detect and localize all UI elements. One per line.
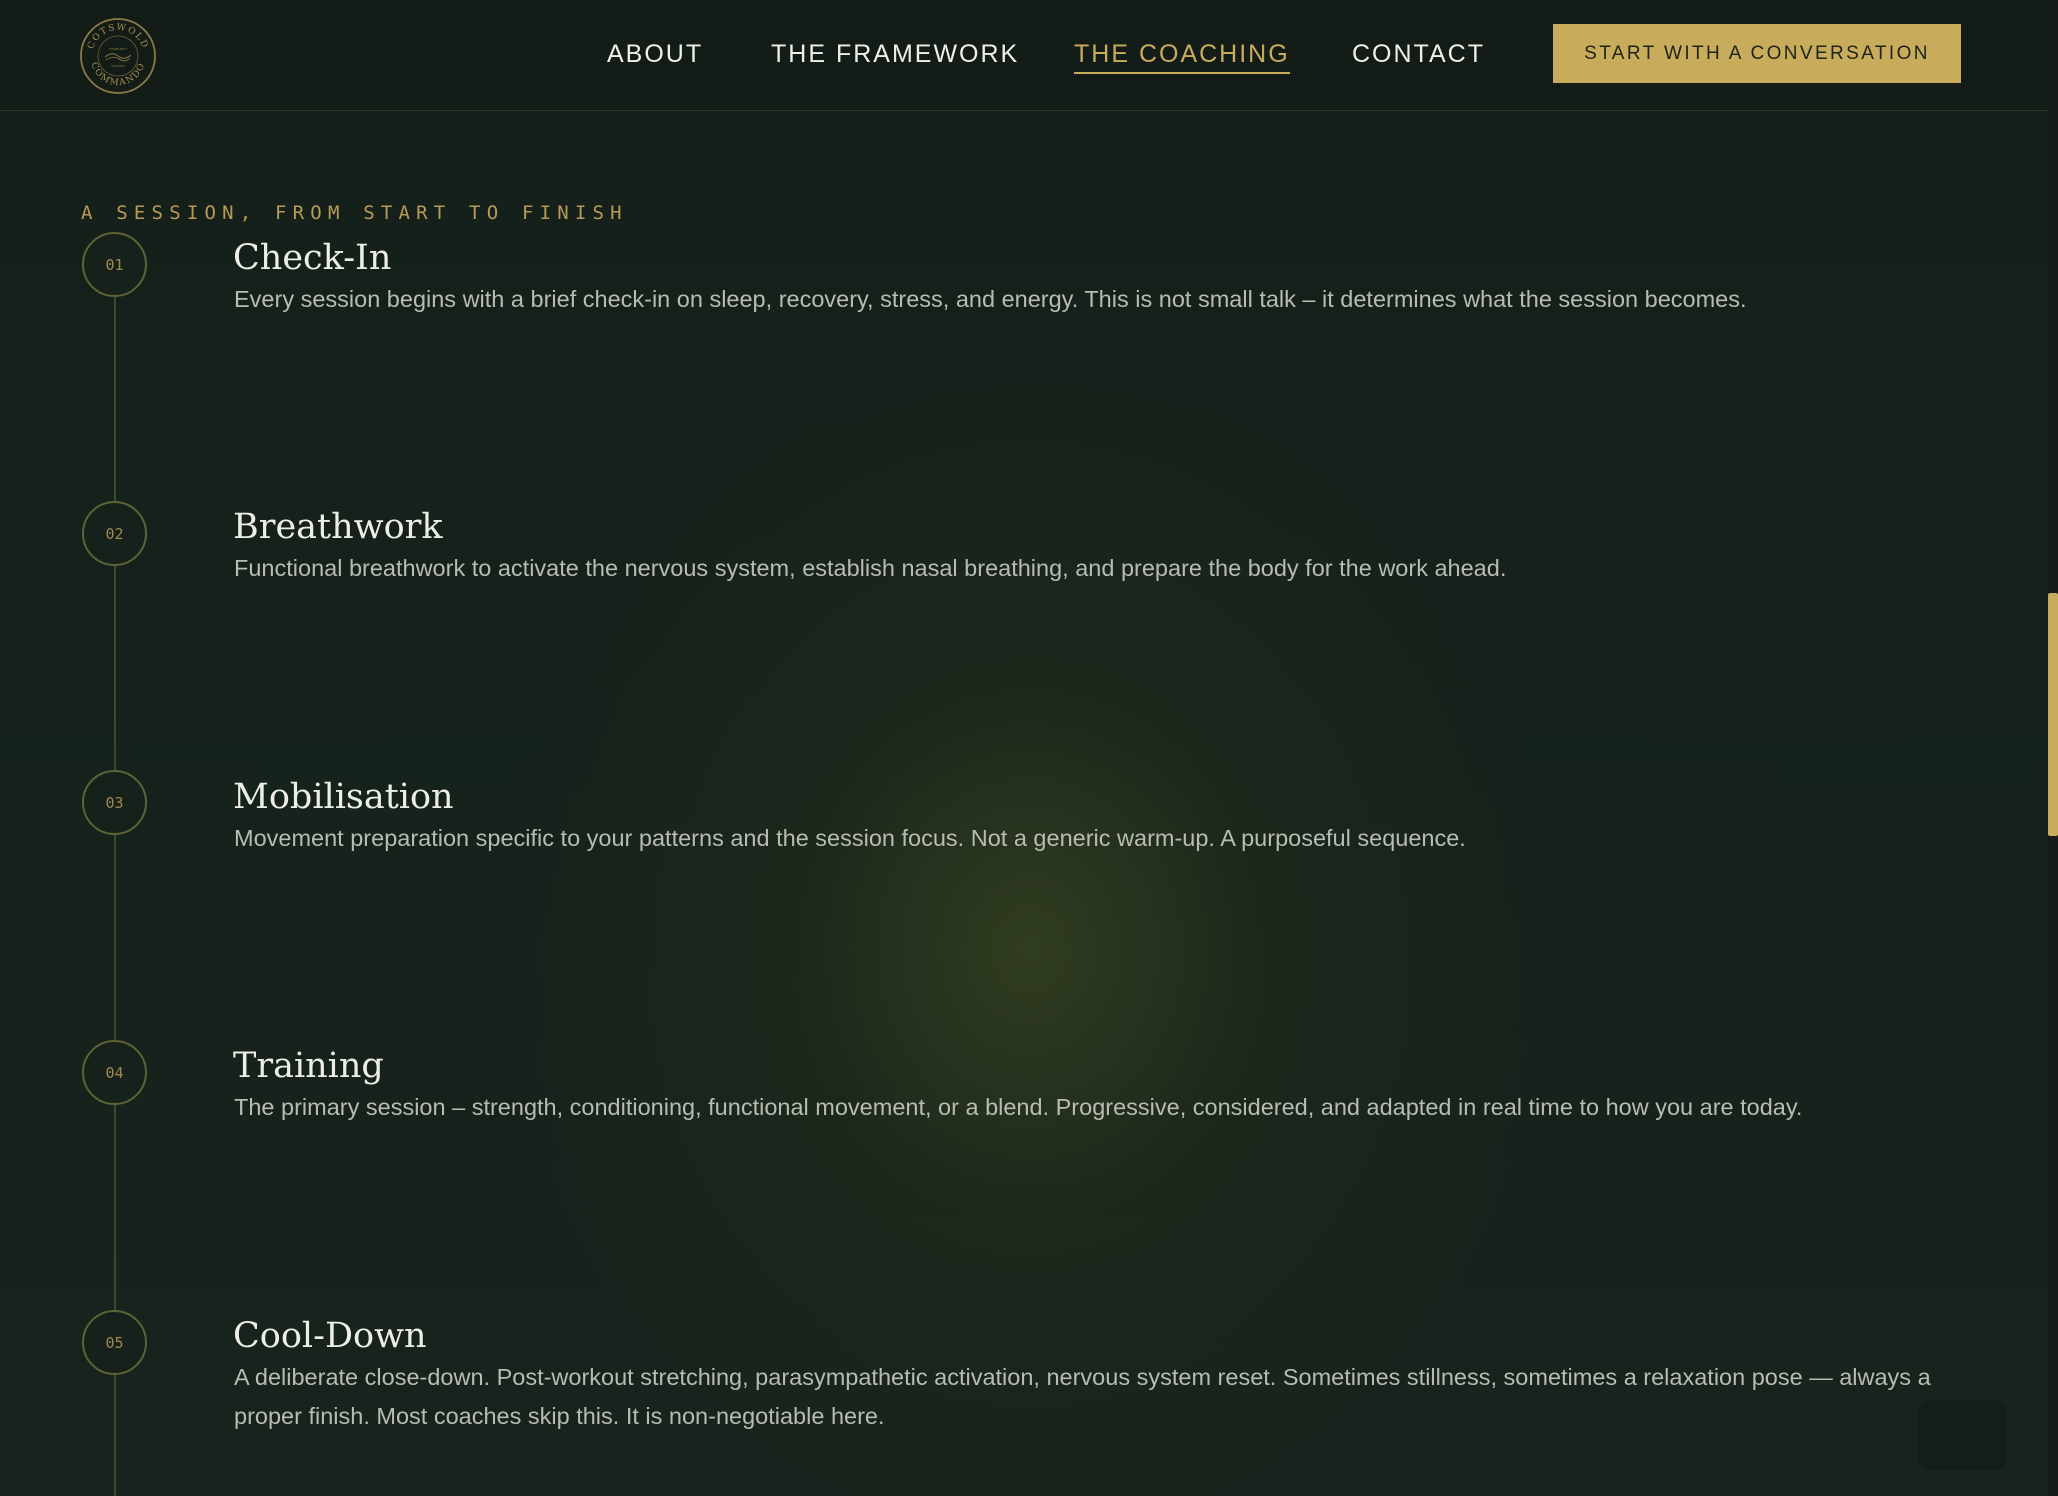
step-number-badge: 02 [82, 501, 147, 566]
brand-logo[interactable]: COTSWOLD COMMANDO COMMUNITY LONDON [79, 17, 157, 95]
step-number-badge: 01 [82, 232, 147, 297]
step-number-badge: 03 [82, 770, 147, 835]
start-conversation-button[interactable]: START WITH A CONVERSATION [1553, 24, 1961, 83]
step-description: The primary session – strength, conditio… [234, 1094, 1803, 1120]
step-title: Check-In [233, 238, 392, 278]
step-number-badge: 05 [82, 1310, 147, 1375]
nav-link-the-framework[interactable]: THE FRAMEWORK [771, 38, 1019, 70]
step-title: Breathwork [233, 507, 443, 547]
logo-emblem-icon: COTSWOLD COMMANDO COMMUNITY LONDON [80, 18, 156, 94]
page-background: COTSWOLD COMMANDO COMMUNITY LONDON ABOUT… [0, 0, 2058, 1496]
logo-inner-bottom-text: LONDON [111, 64, 124, 68]
step-description: Every session begins with a brief check-… [234, 286, 1747, 312]
scrollbar-thumb[interactable] [2048, 593, 2058, 836]
step-description: Movement preparation specific to your pa… [234, 825, 1466, 851]
section-eyebrow: A SESSION, FROM START TO FINISH [81, 202, 628, 224]
site-header: COTSWOLD COMMANDO COMMUNITY LONDON ABOUT… [0, 0, 2048, 111]
step-title: Cool-Down [233, 1316, 427, 1356]
step-number-badge: 04 [82, 1040, 147, 1105]
step-title: Mobilisation [233, 777, 454, 817]
logo-inner-top-text: COMMUNITY [109, 47, 128, 51]
step-title: Training [233, 1046, 384, 1086]
nav-link-contact[interactable]: CONTACT [1352, 38, 1485, 70]
step-description: A deliberate close-down. Post-workout st… [234, 1364, 1931, 1429]
floating-widget-shadow [1918, 1400, 2006, 1470]
step-description: Functional breathwork to activate the ne… [234, 555, 1507, 581]
nav-link-about[interactable]: ABOUT [607, 38, 703, 70]
nav-link-the-coaching-active[interactable]: THE COACHING [1074, 38, 1290, 74]
